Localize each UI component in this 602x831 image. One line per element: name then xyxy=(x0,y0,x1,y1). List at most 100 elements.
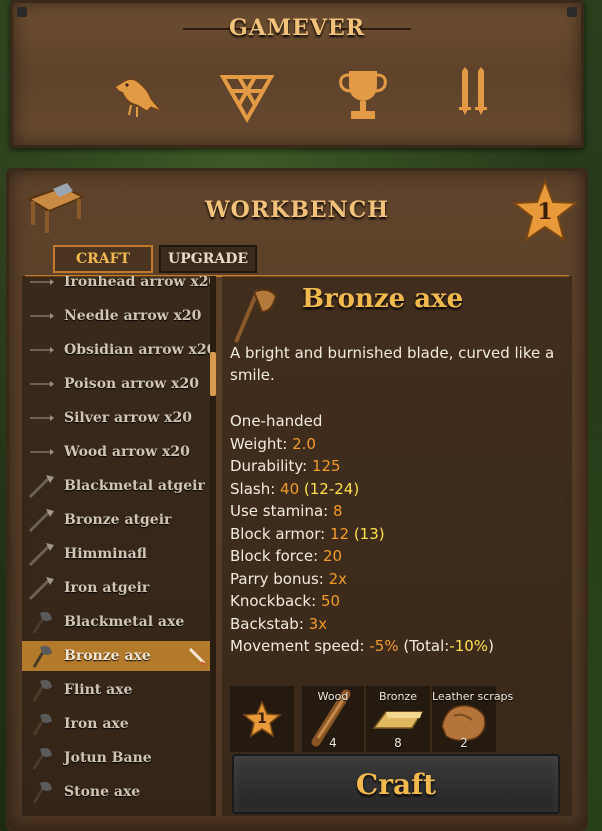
recipe-list-item[interactable]: Ironhead arrow x20 xyxy=(22,276,212,297)
stat-label: Slash: xyxy=(230,479,281,498)
recipe-label: Bronze atgeir xyxy=(64,512,172,528)
stat-value: 40 xyxy=(280,479,300,498)
requirement-bronze: Bronze 8 xyxy=(366,686,430,752)
stat-line: Backstab: 3x xyxy=(230,613,570,636)
recipe-list-item[interactable]: Iron axe xyxy=(22,709,212,739)
stat-value: 2x xyxy=(328,569,348,588)
recipe-label: Iron axe xyxy=(64,716,129,732)
recipe-list-item[interactable]: Himminafl xyxy=(22,539,212,569)
stat-line: Weight: 2.0 xyxy=(230,433,570,456)
recipe-list-item[interactable]: Stone axe xyxy=(22,777,212,807)
required-station-level: 1 xyxy=(230,686,294,752)
stat-label: Backstab: xyxy=(230,614,309,633)
arrow-icon xyxy=(26,335,56,365)
recipe-label: Needle arrow x20 xyxy=(64,308,202,324)
recipe-list-item[interactable]: Blackmetal atgeir xyxy=(22,471,212,501)
recipe-label: Stone axe xyxy=(64,784,141,800)
item-stats: One-handed Weight: 2.0 Durability: 125 Slas… xyxy=(230,410,570,658)
tab-bar: CRAFT UPGRADE xyxy=(53,245,257,273)
scrollbar-thumb[interactable] xyxy=(210,352,216,396)
stat-line: Movement speed: -5% (Total:-10%) xyxy=(230,635,570,658)
stat-value: 12 xyxy=(329,524,350,543)
craft-button-label: Craft xyxy=(355,767,437,801)
stat-line: One-handed xyxy=(230,410,570,433)
requirement-name: Leather scraps xyxy=(432,690,514,703)
recipe-list-item[interactable]: Obsidian arrow x20 xyxy=(22,335,212,365)
recipe-label: Silver arrow x20 xyxy=(64,410,192,426)
recipe-label: Jotun Bane xyxy=(64,750,152,766)
top-title: GAMEVER xyxy=(228,15,366,41)
recipe-list-scrollbar[interactable] xyxy=(210,276,216,816)
recipe-label: Himminafl xyxy=(64,546,147,562)
stat-line: Durability: 125 xyxy=(230,455,570,478)
recipe-list-item[interactable]: Wood arrow x20 xyxy=(22,437,212,467)
requirements-bar: 1 Wood 4 Bronze 8 Leather scraps 2 xyxy=(230,686,564,752)
stat-label: Weight: xyxy=(230,434,293,453)
trophy-icon[interactable] xyxy=(333,65,393,125)
stat-label: Use stamina: xyxy=(230,502,333,520)
swords-icon[interactable] xyxy=(443,65,503,125)
top-menu-panel: GAMEVER xyxy=(10,0,584,148)
rename-pencil-icon[interactable] xyxy=(186,645,208,667)
stat-bonus: -10% xyxy=(449,637,489,655)
axe-icon xyxy=(26,641,56,671)
stat-value: -5% xyxy=(369,637,399,655)
raven-icon[interactable] xyxy=(107,65,167,125)
tab-craft[interactable]: CRAFT xyxy=(53,245,153,273)
stat-value: 20 xyxy=(322,547,343,565)
stat-suffix: ) xyxy=(488,637,494,655)
axe-icon xyxy=(26,675,56,705)
recipe-list[interactable]: Ironhead arrow x20 Needle arrow x20 Obsidi… xyxy=(22,276,212,816)
atgeir-icon xyxy=(26,471,56,501)
recipe-label: Wood arrow x20 xyxy=(64,444,190,460)
valknut-icon[interactable] xyxy=(217,65,277,125)
top-icon-row xyxy=(13,65,581,125)
recipe-list-item[interactable]: Bronze atgeir xyxy=(22,505,212,535)
recipe-list-item[interactable]: Bronze axe xyxy=(22,641,212,671)
stat-value: 8 xyxy=(332,502,343,520)
recipe-list-item[interactable]: Flint axe xyxy=(22,675,212,705)
stat-label: Movement speed: xyxy=(230,637,370,655)
axe-icon xyxy=(26,743,56,773)
station-level-star: 1 xyxy=(511,178,579,243)
stat-bonus: (12-24) xyxy=(299,479,360,498)
stat-label: Block armor: xyxy=(230,524,330,543)
required-level-value: 1 xyxy=(257,711,267,727)
bronze-axe-icon xyxy=(228,282,284,344)
arrow-icon xyxy=(26,369,56,399)
axe-icon xyxy=(26,777,56,807)
stat-line: Slash: 40 (12-24) xyxy=(230,478,570,501)
stat-value: 2.0 xyxy=(292,434,316,453)
recipe-label: Blackmetal axe xyxy=(64,614,185,630)
recipe-list-item[interactable]: Needle arrow x20 xyxy=(22,301,212,331)
atgeir-icon xyxy=(26,505,56,535)
recipe-list-item[interactable]: Poison arrow x20 xyxy=(22,369,212,399)
stat-label: Durability: xyxy=(230,457,312,475)
arrow-icon xyxy=(26,301,56,331)
arrow-icon xyxy=(26,437,56,467)
workbench-title: WORKBENCH xyxy=(204,197,390,223)
stat-value: 125 xyxy=(311,457,341,475)
tab-upgrade[interactable]: UPGRADE xyxy=(159,245,257,273)
stat-value: 50 xyxy=(320,592,341,610)
recipe-list-item[interactable]: Iron atgeir xyxy=(22,573,212,603)
craft-button[interactable]: Craft xyxy=(232,754,560,814)
axe-icon xyxy=(26,709,56,739)
stat-line: Block force: 20 xyxy=(230,545,570,568)
requirement-count: 8 xyxy=(394,736,402,750)
stat-line: Block armor: 12 (13) xyxy=(230,523,570,546)
recipe-label: Bronze axe xyxy=(64,648,151,664)
item-description: A bright and burnished blade, curved lik… xyxy=(230,344,555,384)
requirement-count: 4 xyxy=(329,736,337,750)
atgeir-icon xyxy=(26,573,56,603)
requirement-name: Bronze xyxy=(378,690,418,703)
recipe-list-item[interactable]: Jotun Bane xyxy=(22,743,212,773)
recipe-list-item[interactable]: Blackmetal axe xyxy=(22,607,212,637)
recipe-label: Poison arrow x20 xyxy=(64,376,199,392)
stat-bonus: (13) xyxy=(349,524,385,543)
stat-total-label: (Total: xyxy=(398,637,450,655)
stat-label: Block force: xyxy=(230,547,323,565)
recipe-label: Obsidian arrow x20 xyxy=(64,342,212,358)
recipe-list-item[interactable]: Silver arrow x20 xyxy=(22,403,212,433)
